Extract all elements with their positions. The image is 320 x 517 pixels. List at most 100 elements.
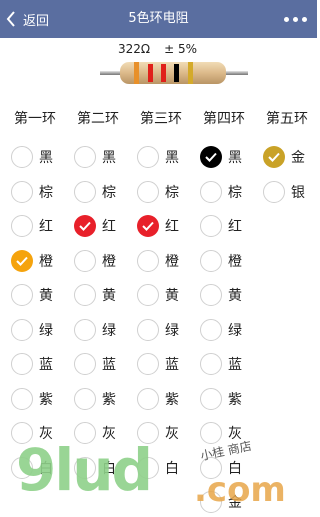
band1-option-blue[interactable]: 蓝: [11, 351, 67, 377]
band1-option-red[interactable]: 红: [11, 213, 67, 239]
option-label: 黑: [39, 150, 53, 166]
radio-button[interactable]: [74, 353, 96, 375]
band4-option-blue[interactable]: 蓝: [200, 351, 256, 377]
radio-button[interactable]: [74, 422, 96, 444]
radio-button[interactable]: [200, 422, 222, 444]
radio-button[interactable]: [200, 387, 222, 410]
radio-button[interactable]: [11, 215, 33, 237]
band1-option-black[interactable]: 黑: [11, 144, 67, 170]
band4-option-gold[interactable]: 金: [200, 489, 256, 515]
band4-option-gray[interactable]: 灰: [200, 420, 256, 446]
radio-button[interactable]: [137, 215, 159, 237]
radio-button[interactable]: [263, 146, 285, 168]
radio-button[interactable]: [137, 318, 159, 341]
band1-option-purple[interactable]: 紫: [11, 386, 67, 412]
band3-option-yellow[interactable]: 黄: [137, 282, 193, 308]
radio-button[interactable]: [11, 318, 33, 341]
radio-button[interactable]: [11, 456, 33, 479]
radio-button[interactable]: [11, 249, 33, 272]
radio-button[interactable]: [74, 146, 96, 168]
radio-button[interactable]: [137, 146, 159, 168]
chevron-left-icon: [6, 11, 15, 27]
option-label: 橙: [39, 253, 53, 270]
radio-button[interactable]: [200, 180, 222, 203]
band3-option-brown[interactable]: 棕: [137, 179, 193, 205]
band2-option-orange[interactable]: 橙: [74, 248, 130, 274]
radio-button[interactable]: [200, 318, 222, 341]
band4-option-brown[interactable]: 棕: [200, 179, 256, 205]
band3-option-orange[interactable]: 橙: [137, 248, 193, 274]
band1-option-white[interactable]: 白: [11, 455, 67, 481]
band3-option-black[interactable]: 黑: [137, 144, 193, 170]
radio-button[interactable]: [137, 456, 159, 479]
radio-button[interactable]: [74, 456, 96, 479]
band1-option-green[interactable]: 绿: [11, 317, 67, 343]
radio-button[interactable]: [74, 284, 96, 306]
band3-option-red[interactable]: 红: [137, 213, 193, 239]
option-label: 绿: [39, 322, 53, 339]
radio-button[interactable]: [137, 387, 159, 410]
radio-button[interactable]: [74, 249, 96, 272]
option-label: 蓝: [165, 357, 179, 373]
band4-option-purple[interactable]: 紫: [200, 386, 256, 412]
radio-button[interactable]: [11, 422, 33, 444]
radio-button[interactable]: [11, 353, 33, 375]
radio-button[interactable]: [200, 249, 222, 272]
radio-button[interactable]: [200, 215, 222, 237]
radio-button[interactable]: [137, 249, 159, 272]
radio-button[interactable]: [11, 387, 33, 410]
band3-option-green[interactable]: 绿: [137, 317, 193, 343]
radio-button[interactable]: [74, 180, 96, 203]
radio-button[interactable]: [11, 180, 33, 203]
radio-button[interactable]: [200, 456, 222, 479]
band1-option-gray[interactable]: 灰: [11, 420, 67, 446]
radio-button[interactable]: [200, 353, 222, 375]
band3-option-white[interactable]: 白: [137, 455, 193, 481]
radio-button[interactable]: [137, 353, 159, 375]
resistance-value: 322Ω: [118, 42, 151, 56]
band2-option-white[interactable]: 白: [74, 455, 130, 481]
band4-option-yellow[interactable]: 黄: [200, 282, 256, 308]
band2-option-brown[interactable]: 棕: [74, 179, 130, 205]
option-label: 橙: [165, 253, 179, 270]
band4-option-orange[interactable]: 橙: [200, 248, 256, 274]
band3-option-gray[interactable]: 灰: [137, 420, 193, 446]
radio-button[interactable]: [11, 146, 33, 168]
option-label: 蓝: [102, 357, 116, 373]
band4-option-red[interactable]: 红: [200, 213, 256, 239]
band2-option-gray[interactable]: 灰: [74, 420, 130, 446]
radio-button[interactable]: [137, 422, 159, 444]
radio-button[interactable]: [263, 180, 285, 203]
band2-option-blue[interactable]: 蓝: [74, 351, 130, 377]
back-button[interactable]: 返回: [6, 0, 49, 38]
band4-option-white[interactable]: 白: [200, 455, 256, 481]
option-label: 白: [102, 460, 116, 477]
band5-option-silver[interactable]: 银: [263, 179, 319, 205]
band3-option-purple[interactable]: 紫: [137, 386, 193, 412]
radio-button[interactable]: [74, 215, 96, 237]
radio-button[interactable]: [74, 318, 96, 341]
radio-button[interactable]: [74, 387, 96, 410]
band1-option-orange[interactable]: 橙: [11, 248, 67, 274]
band2-option-red[interactable]: 红: [74, 213, 130, 239]
radio-button[interactable]: [11, 284, 33, 306]
option-label: 绿: [102, 322, 116, 339]
band3-option-blue[interactable]: 蓝: [137, 351, 193, 377]
band2-option-black[interactable]: 黑: [74, 144, 130, 170]
radio-button[interactable]: [200, 284, 222, 306]
radio-button[interactable]: [200, 491, 222, 513]
band1-option-brown[interactable]: 棕: [11, 179, 67, 205]
radio-button[interactable]: [137, 180, 159, 203]
radio-button[interactable]: [137, 284, 159, 306]
band4-option-green[interactable]: 绿: [200, 317, 256, 343]
band2-option-purple[interactable]: 紫: [74, 386, 130, 412]
option-label: 白: [228, 460, 242, 477]
band4-option-black[interactable]: 黑: [200, 144, 256, 170]
band1-option-yellow[interactable]: 黄: [11, 282, 67, 308]
more-options-button[interactable]: [284, 0, 307, 38]
option-label: 蓝: [39, 357, 53, 373]
band5-option-gold[interactable]: 金: [263, 144, 319, 170]
radio-button[interactable]: [200, 146, 222, 168]
band2-option-green[interactable]: 绿: [74, 317, 130, 343]
band2-option-yellow[interactable]: 黄: [74, 282, 130, 308]
